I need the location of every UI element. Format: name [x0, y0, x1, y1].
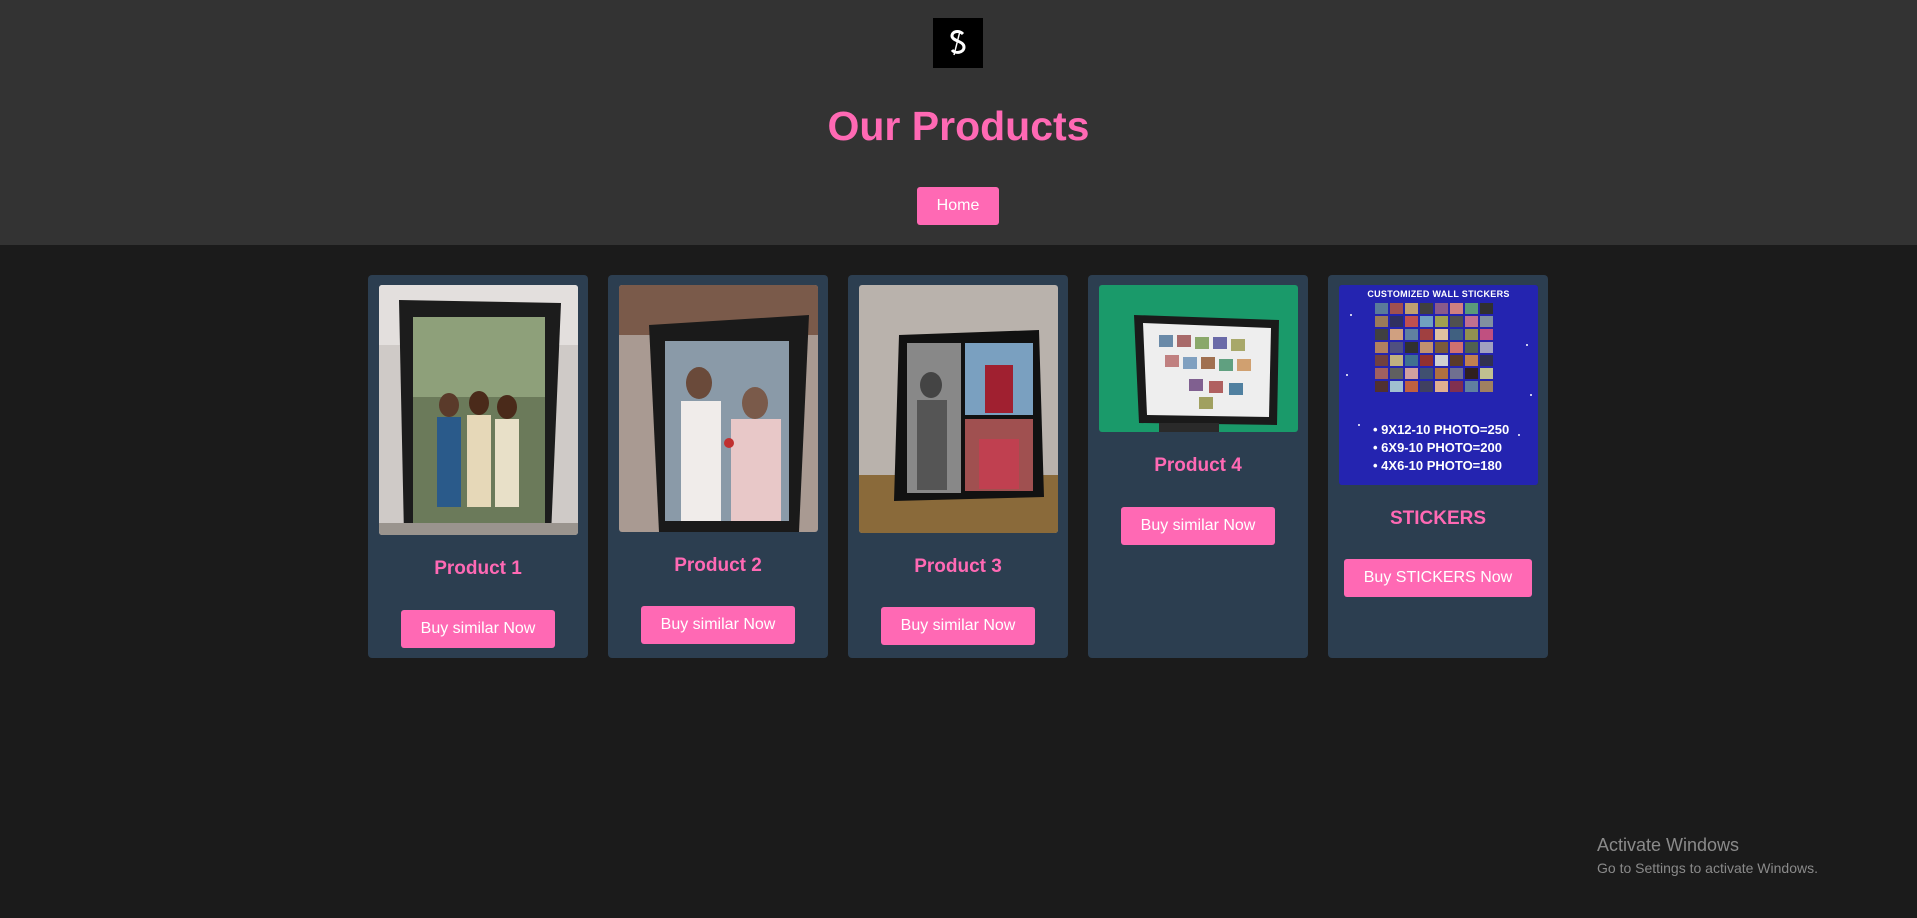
poster-price: • 9X12-10 PHOTO=250 — [1373, 422, 1510, 437]
poster-price-list: • 9X12-10 PHOTO=250 • 6X9-10 PHOTO=200 •… — [1373, 421, 1509, 475]
activation-subtitle: Go to Settings to activate Windows. — [1597, 860, 1818, 876]
activation-title: Activate Windows — [1597, 835, 1740, 855]
product-image-stickers-poster[interactable]: CUSTOMIZED WALL STICKERS • 9X12-10 PHOTO… — [1339, 285, 1538, 485]
product-image-framed-photo[interactable] — [859, 285, 1058, 533]
product-title: Product 1 — [434, 558, 522, 579]
product-card: Product 4 Buy similar Now — [1088, 275, 1308, 658]
product-card: Product 2 Buy similar Now — [608, 275, 828, 658]
buy-button[interactable]: Buy STICKERS Now — [1344, 559, 1532, 597]
poster-price: • 4X6-10 PHOTO=180 — [1373, 458, 1502, 473]
buy-button[interactable]: Buy similar Now — [1121, 507, 1275, 545]
product-title: Product 4 — [1154, 455, 1242, 476]
product-card: Product 1 Buy similar Now — [368, 275, 588, 658]
product-title: STICKERS — [1389, 508, 1487, 529]
product-card: Product 3 Buy similar Now — [848, 275, 1068, 658]
windows-activation-watermark: Activate Windows Go to Settings to activ… — [1597, 834, 1818, 878]
logo-icon[interactable] — [933, 18, 983, 68]
product-image-framed-photo[interactable] — [1099, 285, 1298, 432]
product-image-framed-photo[interactable] — [379, 285, 578, 535]
poster-price: • 6X9-10 PHOTO=200 — [1373, 440, 1502, 455]
site-header: Our Products Home — [0, 0, 1917, 245]
page-title: Our Products — [827, 103, 1090, 149]
product-title: Product 2 — [674, 555, 762, 576]
home-button[interactable]: Home — [917, 187, 999, 225]
product-image-framed-photo[interactable] — [619, 285, 818, 532]
buy-button[interactable]: Buy similar Now — [401, 610, 555, 648]
product-title: Product 3 — [914, 556, 1002, 577]
poster-heading: CUSTOMIZED WALL STICKERS — [1367, 289, 1510, 299]
buy-button[interactable]: Buy similar Now — [881, 607, 1035, 645]
product-card: CUSTOMIZED WALL STICKERS • 9X12-10 PHOTO… — [1328, 275, 1548, 658]
buy-button[interactable]: Buy similar Now — [641, 606, 795, 644]
